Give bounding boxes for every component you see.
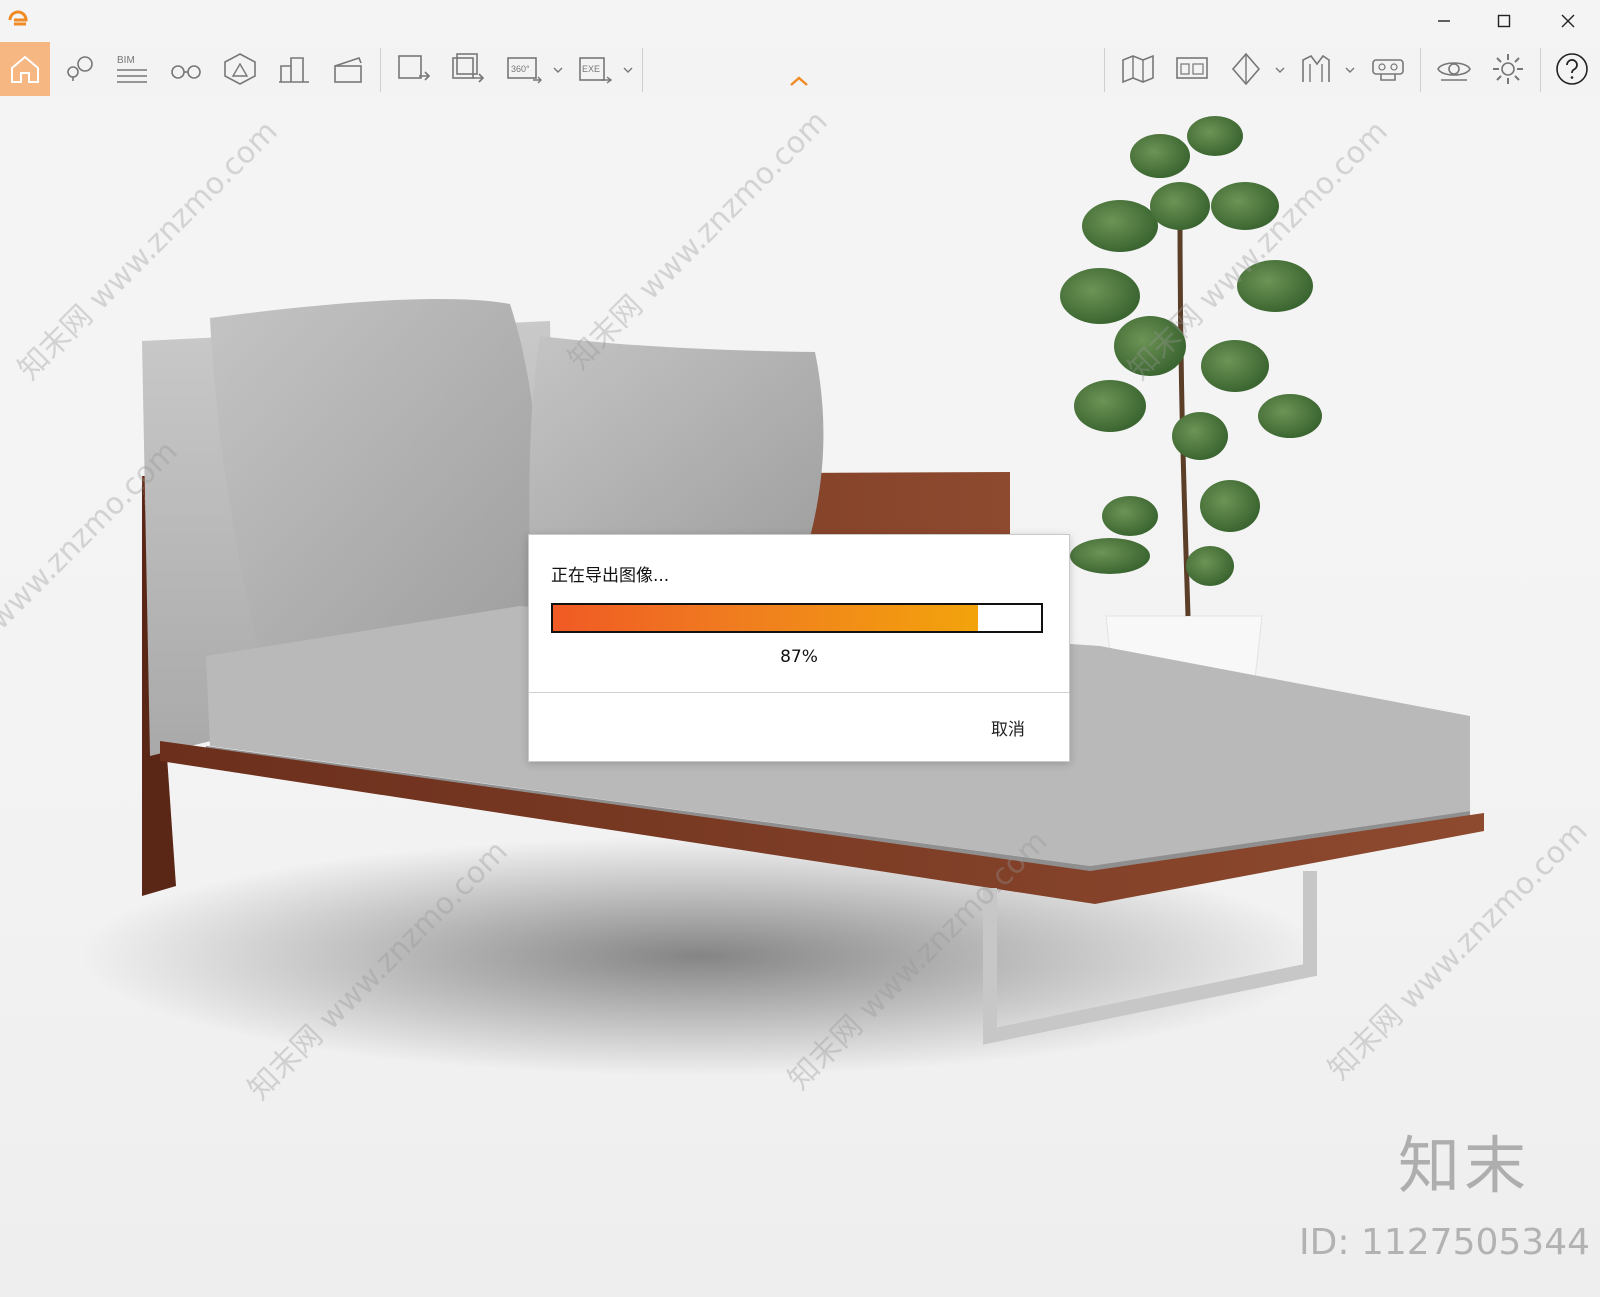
batch-export-button[interactable] bbox=[444, 45, 492, 93]
batch-export-icon bbox=[452, 53, 485, 83]
exe-export-icon: EXE bbox=[579, 57, 613, 84]
cancel-button[interactable]: 取消 bbox=[991, 715, 1025, 740]
home-icon bbox=[11, 55, 39, 83]
location-button[interactable] bbox=[54, 45, 102, 93]
buildings-icon bbox=[279, 57, 309, 83]
export-image-button[interactable] bbox=[390, 45, 438, 93]
brand-id: ID: 1127505344 bbox=[1299, 1222, 1590, 1263]
bim-label: BIM bbox=[117, 55, 135, 66]
help-icon bbox=[1556, 53, 1588, 85]
scene-button[interactable] bbox=[216, 45, 264, 93]
eye-icon bbox=[1437, 62, 1471, 81]
panorama-360-icon: 360° bbox=[507, 57, 542, 84]
chevron-down-icon[interactable] bbox=[552, 64, 564, 76]
progress-percent: 87% bbox=[780, 647, 818, 667]
export-image-icon bbox=[398, 55, 431, 81]
maximize-icon bbox=[1497, 14, 1511, 28]
gear-icon bbox=[1493, 54, 1523, 84]
home-button[interactable] bbox=[0, 42, 50, 96]
toolbar-separator bbox=[642, 48, 643, 92]
bim-button[interactable]: BIM bbox=[108, 45, 156, 93]
close-button[interactable] bbox=[1540, 4, 1596, 38]
exe-label: EXE bbox=[582, 64, 600, 74]
export-progress-dialog: 正在导出图像... 87% 取消 bbox=[528, 534, 1070, 762]
toolbar-separator bbox=[1420, 48, 1421, 92]
walkthrough-button[interactable] bbox=[162, 45, 210, 93]
title-bar bbox=[0, 0, 1600, 42]
app-logo-icon bbox=[8, 10, 28, 26]
section-button[interactable] bbox=[1292, 45, 1340, 93]
settings-button[interactable] bbox=[1484, 45, 1532, 93]
monitor-grid-icon bbox=[1176, 57, 1208, 79]
chevron-down-icon[interactable] bbox=[622, 64, 634, 76]
city-button[interactable] bbox=[270, 45, 318, 93]
toolbar-separator bbox=[380, 48, 381, 92]
progress-bar bbox=[551, 603, 1043, 633]
toolbar-separator bbox=[1540, 48, 1541, 92]
animation-button[interactable] bbox=[324, 45, 372, 93]
brand-mark: 知末 bbox=[1397, 1129, 1530, 1202]
diamond-view-icon bbox=[1231, 52, 1261, 86]
sofa-pillow-left bbox=[210, 298, 540, 656]
location-pin-icon bbox=[67, 56, 93, 81]
vr-headset-icon bbox=[1372, 59, 1404, 81]
view-mode-button[interactable] bbox=[1222, 45, 1270, 93]
map-icon bbox=[1122, 54, 1154, 84]
collapse-toolbar-caret-icon[interactable] bbox=[788, 74, 810, 88]
pano-label: 360° bbox=[511, 64, 530, 74]
bim-icon: BIM bbox=[117, 55, 147, 83]
maximize-button[interactable] bbox=[1476, 4, 1532, 38]
binoculars-icon bbox=[171, 65, 201, 79]
dialog-divider bbox=[529, 692, 1069, 693]
minimize-button[interactable] bbox=[1416, 4, 1472, 38]
chevron-down-icon[interactable] bbox=[1344, 64, 1356, 76]
help-button[interactable] bbox=[1548, 45, 1596, 93]
dialog-title: 正在导出图像... bbox=[551, 566, 670, 586]
map-button[interactable] bbox=[1114, 45, 1162, 93]
section-cut-icon bbox=[1302, 54, 1330, 82]
visibility-button[interactable] bbox=[1430, 45, 1478, 93]
export-exe-button[interactable]: EXE bbox=[572, 45, 620, 93]
vr-button[interactable] bbox=[1364, 45, 1412, 93]
toolbar-separator bbox=[1104, 48, 1105, 92]
chevron-down-icon[interactable] bbox=[1274, 64, 1286, 76]
plant-foliage bbox=[1060, 116, 1322, 586]
clapperboard-icon bbox=[334, 57, 362, 83]
minimize-icon bbox=[1438, 20, 1450, 22]
close-icon bbox=[1561, 14, 1575, 28]
progress-bar-fill bbox=[553, 605, 978, 631]
export-360-button[interactable]: 360° bbox=[500, 45, 548, 93]
scene-3d-icon bbox=[224, 53, 256, 85]
sitemap-button[interactable] bbox=[1168, 45, 1216, 93]
